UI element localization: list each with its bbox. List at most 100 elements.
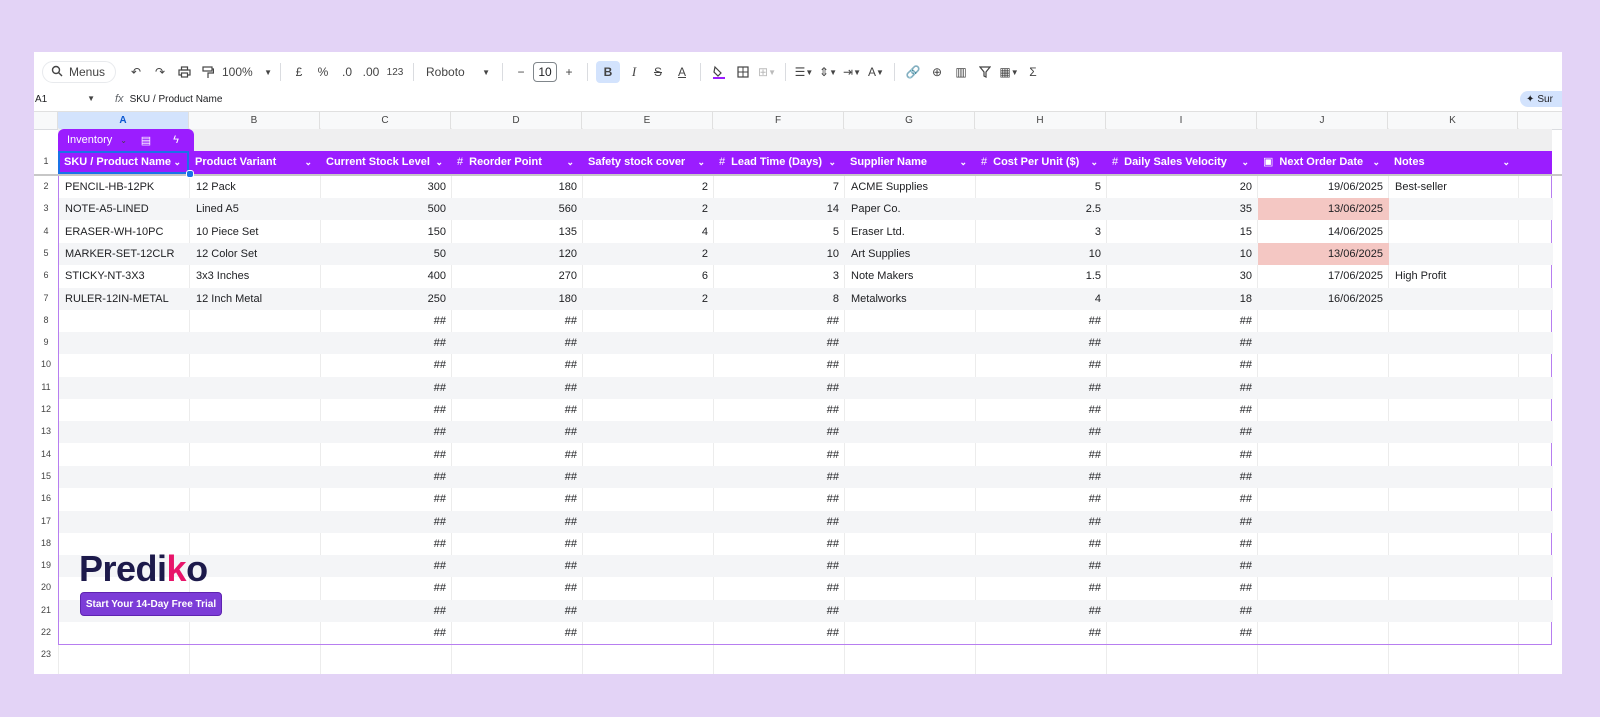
table-cell[interactable]: ## [1107, 354, 1258, 376]
table-view-icon[interactable]: ▤ [131, 134, 161, 147]
column-header-a[interactable]: A [58, 112, 189, 129]
table-cell[interactable]: 10 [976, 243, 1107, 265]
table-cell[interactable] [845, 511, 976, 533]
table-cell[interactable] [583, 466, 714, 488]
table-cell[interactable] [1258, 466, 1389, 488]
table-cell[interactable]: ## [321, 600, 452, 622]
bold-button[interactable]: B [596, 61, 620, 83]
row-header[interactable]: 14 [34, 449, 58, 459]
column-heading[interactable]: # Cost Per Unit ($) ⌄ [975, 151, 1106, 174]
table-cell[interactable]: 3 [976, 221, 1107, 243]
table-cell[interactable]: ## [714, 511, 845, 533]
table-cell[interactable] [583, 555, 714, 577]
table-cell[interactable]: ## [714, 444, 845, 466]
table-cell[interactable] [190, 555, 321, 577]
table-cell[interactable]: ## [714, 577, 845, 599]
summary-chip[interactable]: ✦ Sur [1520, 91, 1562, 107]
table-cell[interactable] [583, 622, 714, 644]
table-cell[interactable] [1389, 600, 1519, 622]
table-cell[interactable] [1258, 488, 1389, 510]
column-header-h[interactable]: H [975, 112, 1106, 129]
table-cell[interactable] [190, 533, 321, 555]
table-cell[interactable] [845, 377, 976, 399]
table-cell[interactable]: ## [452, 511, 583, 533]
table-cell[interactable]: 50 [321, 243, 452, 265]
table-cell[interactable] [1258, 399, 1389, 421]
table-cell[interactable]: ## [1107, 555, 1258, 577]
column-heading[interactable]: Safety stock cover ⌄ [582, 151, 713, 174]
table-cell[interactable]: Best-seller [1389, 176, 1519, 198]
table-cell[interactable]: 150 [321, 221, 452, 243]
table-cell[interactable]: ## [714, 533, 845, 555]
table-cell[interactable]: ## [321, 577, 452, 599]
table-cell[interactable]: ## [452, 555, 583, 577]
row-header[interactable]: 13 [34, 426, 58, 436]
table-cell[interactable]: 180 [452, 176, 583, 198]
table-cell[interactable]: ## [321, 444, 452, 466]
table-cell[interactable]: ## [321, 421, 452, 443]
table-cell[interactable]: ## [321, 354, 452, 376]
table-cell[interactable]: ## [321, 399, 452, 421]
table-cell[interactable] [1389, 354, 1519, 376]
column-header-k[interactable]: K [1388, 112, 1518, 129]
table-cell[interactable]: NOTE-A5-LINED [59, 198, 190, 220]
table-cell[interactable]: Art Supplies [845, 243, 976, 265]
table-cell[interactable] [59, 622, 190, 644]
percent-format-button[interactable]: % [313, 61, 333, 83]
table-cell[interactable] [190, 399, 321, 421]
table-cell[interactable]: 4 [583, 221, 714, 243]
table-cell[interactable]: ## [714, 332, 845, 354]
table-cell[interactable] [1258, 421, 1389, 443]
table-cell[interactable]: ## [321, 511, 452, 533]
decrease-decimal-button[interactable]: .0 [337, 61, 357, 83]
table-cell[interactable]: ## [976, 332, 1107, 354]
table-cell[interactable] [1258, 555, 1389, 577]
table-cell[interactable] [190, 310, 321, 332]
table-cell[interactable]: 17/06/2025 [1258, 265, 1389, 287]
table-cell[interactable] [1389, 421, 1519, 443]
row-header[interactable]: 7 [34, 293, 58, 303]
comment-icon[interactable]: ⊕ [927, 61, 947, 83]
table-cell[interactable]: ## [714, 488, 845, 510]
table-cell[interactable] [1258, 354, 1389, 376]
column-heading[interactable]: # Daily Sales Velocity ⌄ [1106, 151, 1257, 174]
table-cell[interactable] [1389, 243, 1519, 265]
table-cell[interactable]: 6 [583, 265, 714, 287]
horizontal-align-icon[interactable]: ☰ ▼ [794, 61, 814, 83]
table-cell[interactable]: ## [976, 444, 1107, 466]
table-cell[interactable]: 4 [976, 288, 1107, 310]
table-cell[interactable] [845, 577, 976, 599]
table-cell[interactable] [845, 421, 976, 443]
number-format-button[interactable]: 123 [385, 61, 405, 83]
row-header[interactable]: 22 [34, 627, 58, 637]
fill-color-icon[interactable] [709, 61, 729, 83]
table-cell[interactable] [845, 622, 976, 644]
table-cell[interactable] [583, 354, 714, 376]
table-cell[interactable] [583, 533, 714, 555]
table-cell[interactable]: ## [976, 511, 1107, 533]
table-cell[interactable]: ## [321, 488, 452, 510]
table-cell[interactable] [1258, 600, 1389, 622]
table-cell[interactable]: ## [1107, 600, 1258, 622]
table-cell[interactable]: ## [452, 399, 583, 421]
table-cell[interactable]: ## [976, 600, 1107, 622]
row-header[interactable]: 6 [34, 270, 58, 280]
table-cell[interactable]: 13/06/2025 [1258, 242, 1389, 265]
table-cell[interactable]: 400 [321, 265, 452, 287]
table-cell[interactable] [845, 332, 976, 354]
table-cell[interactable]: ## [321, 622, 452, 644]
table-cell[interactable]: ## [452, 600, 583, 622]
table-cell[interactable] [59, 354, 190, 376]
table-cell[interactable]: 180 [452, 288, 583, 310]
table-cell[interactable]: High Profit [1389, 265, 1519, 287]
table-cell[interactable]: ## [452, 488, 583, 510]
paint-format-icon[interactable] [198, 61, 218, 83]
table-cell[interactable]: 2.5 [976, 198, 1107, 220]
table-cell[interactable] [1389, 555, 1519, 577]
table-cell[interactable]: ACME Supplies [845, 176, 976, 198]
chevron-down-icon[interactable]: ⌄ [566, 151, 574, 174]
table-cell[interactable]: ## [1107, 310, 1258, 332]
undo-icon[interactable]: ↶ [126, 61, 146, 83]
row-header[interactable]: 12 [34, 404, 58, 414]
column-header-e[interactable]: E [582, 112, 713, 129]
